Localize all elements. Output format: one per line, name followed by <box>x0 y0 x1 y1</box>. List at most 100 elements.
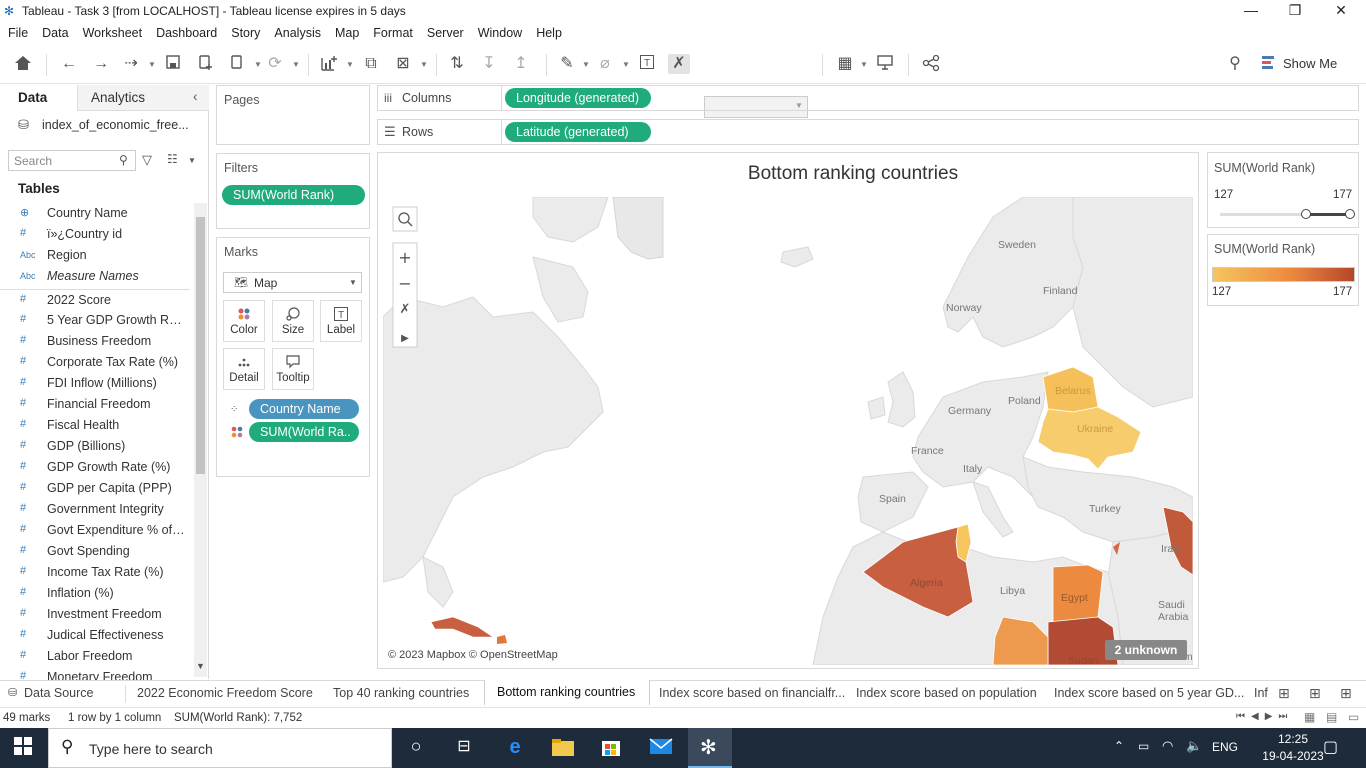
menu-window[interactable]: Window <box>478 22 522 40</box>
field-item[interactable]: # Govt Spending <box>0 541 190 562</box>
minimize-button[interactable]: — <box>1228 2 1274 20</box>
field-item[interactable]: # Income Tax Rate (%) <box>0 562 190 583</box>
field-item[interactable]: # Inflation (%) <box>0 583 190 604</box>
menu-format[interactable]: Format <box>373 22 413 40</box>
field-item[interactable]: # Fiscal Health <box>0 415 190 436</box>
mail-icon[interactable] <box>649 736 673 760</box>
menu-worksheet[interactable]: Worksheet <box>83 22 143 40</box>
sheet-navigation-icons[interactable]: ⏮◀▶⏭ <box>1236 711 1293 722</box>
menu-story[interactable]: Story <box>231 22 260 40</box>
field-item[interactable]: # ï»¿Country id <box>0 224 190 245</box>
color-button[interactable]: Color <box>223 300 265 342</box>
data-source-tab[interactable]: ⛁ Data Source <box>8 681 93 706</box>
refresh-icon[interactable]: ⟳ <box>264 54 286 74</box>
field-item[interactable]: # Investment Freedom <box>0 604 190 625</box>
range-slider-min-handle[interactable] <box>1301 209 1311 219</box>
collapse-pane-icon[interactable]: ‹ <box>193 89 198 104</box>
menu-dashboard[interactable]: Dashboard <box>156 22 217 40</box>
new-worksheet-dropdown-icon[interactable]: ▼ <box>346 60 354 69</box>
edge-icon[interactable]: e <box>503 736 527 760</box>
presentation-mode-icon[interactable] <box>874 54 896 74</box>
save-icon[interactable] <box>162 54 184 74</box>
clear-dropdown-icon[interactable]: ▼ <box>420 60 428 69</box>
range-slider-max-handle[interactable] <box>1345 209 1355 219</box>
clear-sheet-icon[interactable]: ⊠ <box>392 54 414 74</box>
scrollbar-thumb[interactable] <box>196 217 205 474</box>
swap-icon[interactable]: ⇅ <box>446 54 468 74</box>
show-cards-dropdown-icon[interactable]: ▼ <box>860 60 868 69</box>
pause-updates-icon[interactable] <box>226 54 248 74</box>
filter-fields-icon[interactable]: ▽ <box>142 152 152 168</box>
field-item[interactable]: # Financial Freedom <box>0 394 190 415</box>
field-item[interactable]: # GDP (Billions) <box>0 436 190 457</box>
fix-axes-icon[interactable]: ✗ <box>668 54 690 74</box>
marks-pill-world-rank[interactable]: SUM(World Ra.. <box>249 422 359 442</box>
tabs-view-icon[interactable]: ▭ <box>1348 710 1359 724</box>
menu-file[interactable]: File <box>8 22 28 40</box>
field-item[interactable]: # Govt Expenditure % of ... <box>0 520 190 541</box>
highlight-icon[interactable]: ✎ <box>556 54 578 74</box>
field-item[interactable]: # Corporate Tax Rate (%) <box>0 352 190 373</box>
tab-population[interactable]: Index score based on population <box>856 681 1037 706</box>
group-members-icon[interactable]: ⌀ <box>594 54 616 74</box>
field-item[interactable]: # Labor Freedom <box>0 646 190 667</box>
wifi-icon[interactable]: ◠ <box>1162 738 1173 754</box>
new-story-tab-icon[interactable]: ⊞ <box>1340 685 1352 702</box>
tab-economic-freedom-score[interactable]: 2022 Economic Freedom Score <box>137 681 313 706</box>
menu-data[interactable]: Data <box>42 22 68 40</box>
search-input[interactable]: Search ⚲ <box>8 150 136 171</box>
menu-map[interactable]: Map <box>335 22 359 40</box>
field-item[interactable]: # FDI Inflow (Millions) <box>0 373 190 394</box>
notifications-icon[interactable]: ▢ <box>1323 737 1338 757</box>
battery-icon[interactable]: ▭ <box>1138 739 1149 753</box>
marks-pill-country-name[interactable]: Country Name <box>249 399 359 419</box>
new-datasource-icon[interactable] <box>194 54 216 74</box>
field-item[interactable]: # Judical Effectiveness <box>0 625 190 646</box>
show-labels-icon[interactable]: T <box>636 54 658 74</box>
new-worksheet-tab-icon[interactable]: ⊞ <box>1278 685 1290 702</box>
scroll-down-icon[interactable]: ▼ <box>196 661 205 671</box>
tab-inflation[interactable]: Inf <box>1254 681 1268 706</box>
field-item[interactable]: ⊕ Country Name <box>0 203 190 224</box>
task-view-icon[interactable]: ⊟ <box>452 736 476 760</box>
menu-server[interactable]: Server <box>427 22 464 40</box>
rows-shelf[interactable]: ☰ Rows Latitude (generated) <box>377 119 1359 145</box>
tab-data[interactable]: Data <box>0 85 77 111</box>
undo-icon[interactable]: ← <box>58 54 80 74</box>
field-item[interactable]: # Government Integrity <box>0 499 190 520</box>
redo-icon[interactable]: → <box>90 54 112 74</box>
label-button[interactable]: T Label <box>320 300 362 342</box>
menu-analysis[interactable]: Analysis <box>274 22 321 40</box>
group-dropdown-icon[interactable]: ▼ <box>622 60 630 69</box>
tab-analytics[interactable]: Analytics ‹ <box>77 85 209 111</box>
taskbar-search-box[interactable]: ⚲ Type here to search <box>48 728 392 768</box>
detail-button[interactable]: Detail <box>223 348 265 390</box>
show-cards-icon[interactable]: ▦ <box>834 54 856 74</box>
volume-icon[interactable]: 🔈 <box>1186 738 1202 754</box>
filters-shelf[interactable]: Filters SUM(World Rank) <box>216 153 370 229</box>
datasource-name[interactable]: index_of_economic_free... <box>42 118 189 132</box>
sort-descending-icon[interactable]: ↥ <box>510 54 532 74</box>
tab-bottom-ranking[interactable]: Bottom ranking countries <box>484 680 650 706</box>
new-dashboard-tab-icon[interactable]: ⊞ <box>1309 685 1321 702</box>
tab-top-40[interactable]: Top 40 ranking countries <box>333 681 469 706</box>
language-indicator[interactable]: ENG <box>1212 740 1238 754</box>
store-icon[interactable] <box>600 736 624 760</box>
field-list-scrollbar[interactable]: ▼ <box>194 203 207 677</box>
clock-time[interactable]: 12:25 <box>1263 732 1323 746</box>
field-item[interactable]: # Business Freedom <box>0 331 190 352</box>
tab-5-year-gdp[interactable]: Index score based on 5 year GD... <box>1054 681 1244 706</box>
share-icon[interactable] <box>920 54 942 74</box>
tooltip-button[interactable]: Tooltip <box>272 348 314 390</box>
sort-ascending-icon[interactable]: ↧ <box>478 54 500 74</box>
menu-help[interactable]: Help <box>536 22 562 40</box>
cortana-icon[interactable]: ○ <box>404 736 428 760</box>
size-button[interactable]: Size <box>272 300 314 342</box>
sheet-sorter-icon[interactable]: ▤ <box>1326 710 1337 724</box>
filter-pill-world-rank[interactable]: SUM(World Rank) <box>222 185 365 205</box>
highlight-dropdown-icon[interactable]: ▼ <box>582 60 590 69</box>
columns-shelf[interactable]: iii Columns Longitude (generated) <box>377 85 1359 111</box>
field-item[interactable]: #5 Year GDP Growth Ra... <box>0 310 190 331</box>
unknown-indicator[interactable]: 2 unknown <box>1105 640 1187 660</box>
file-explorer-icon[interactable] <box>551 736 575 760</box>
